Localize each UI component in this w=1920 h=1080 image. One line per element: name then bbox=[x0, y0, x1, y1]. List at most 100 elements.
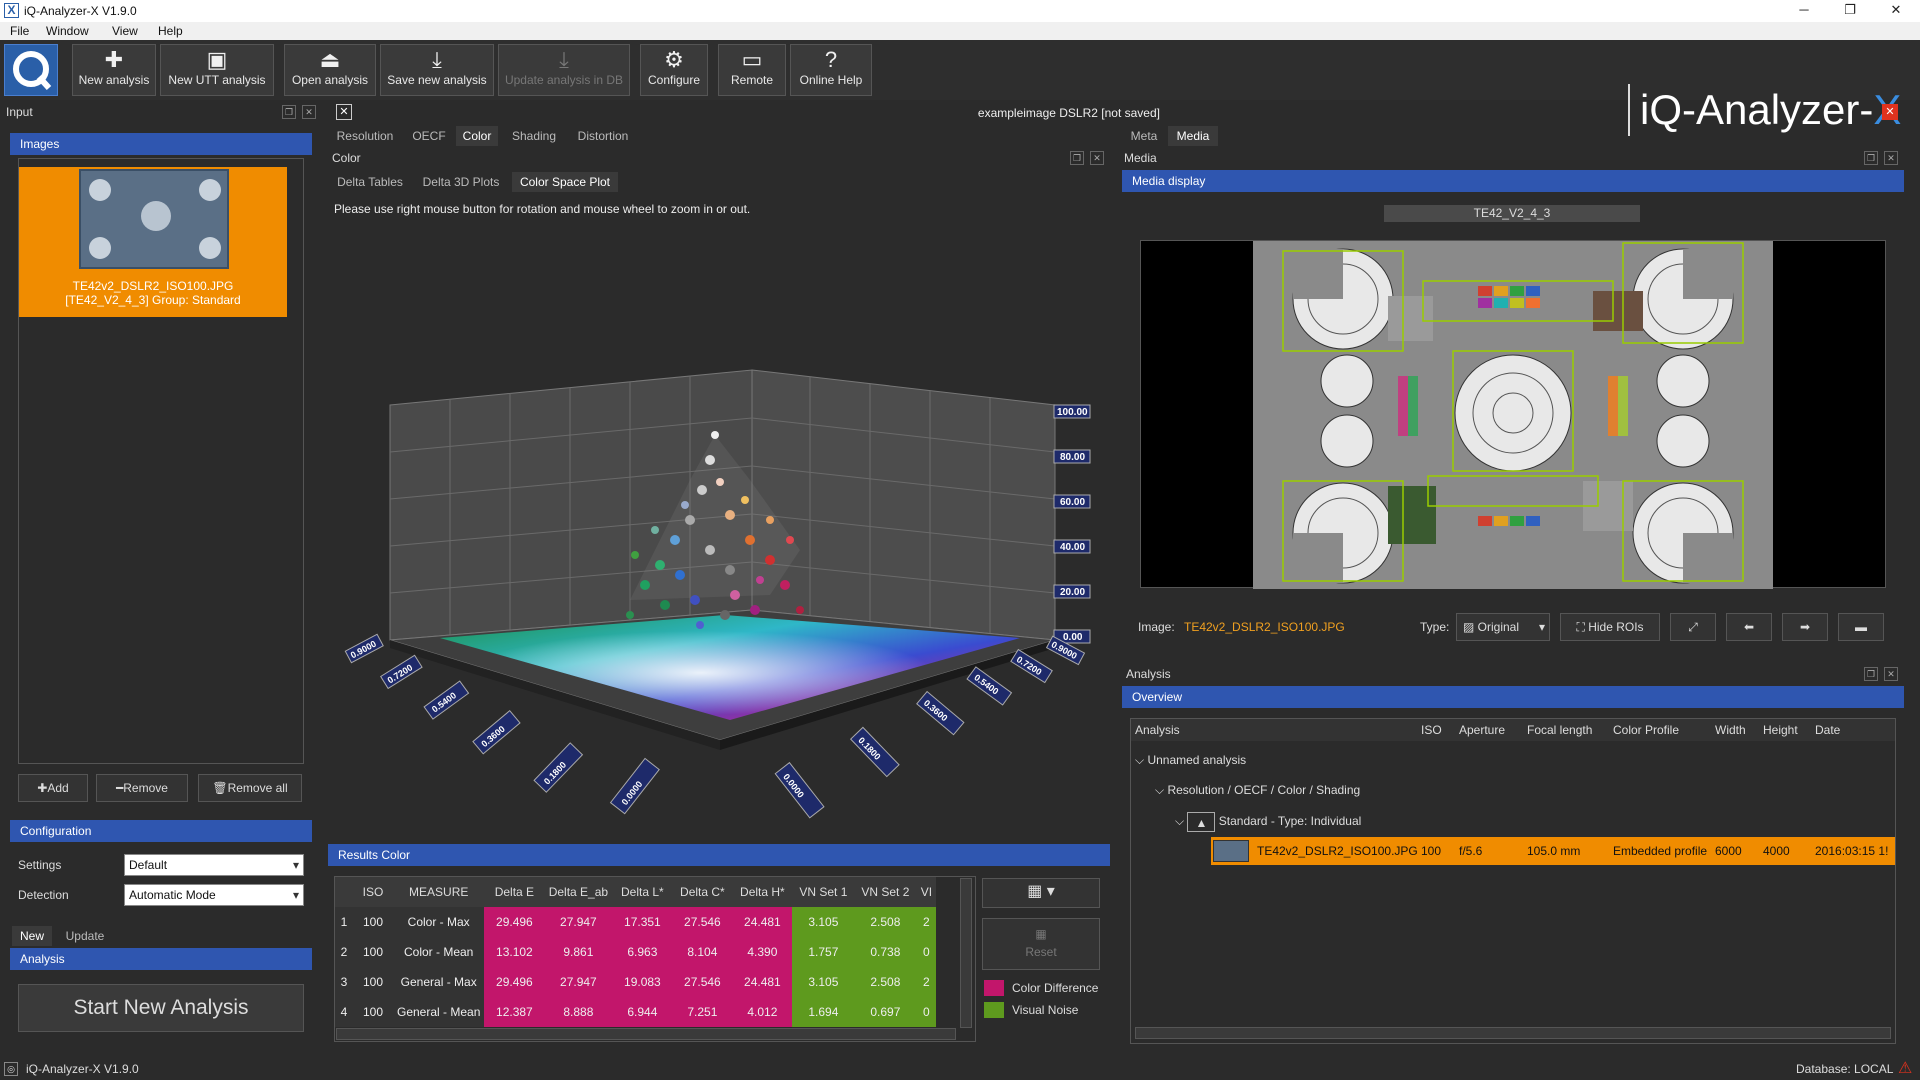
tab-distortion[interactable]: Distortion bbox=[570, 126, 636, 146]
plus-icon: ✚ bbox=[104, 47, 124, 72]
gear-icon: ⚙ bbox=[664, 47, 684, 72]
results-vertical-scrollbar[interactable] bbox=[960, 878, 972, 1028]
settings-label: Settings bbox=[18, 858, 62, 872]
tab-new[interactable]: New bbox=[12, 926, 52, 946]
results-color-header: Results Color bbox=[328, 844, 1110, 866]
tab-meta[interactable]: Meta bbox=[1124, 126, 1164, 146]
tab-color[interactable]: Color bbox=[456, 126, 498, 146]
image-thumbnail-item[interactable]: TE42v2_DSLR2_ISO100.JPG [TE42_V2_4_3] Gr… bbox=[19, 167, 287, 317]
float-icon[interactable]: ❐ bbox=[282, 105, 296, 119]
table-row[interactable]: 3 100 General - Max 29.496 27.947 19.083 27.5… bbox=[335, 967, 937, 997]
home-logo-button[interactable] bbox=[4, 44, 58, 96]
reset-button[interactable]: ▦ Reset bbox=[982, 918, 1100, 970]
start-new-analysis-button[interactable]: Start New Analysis bbox=[18, 984, 304, 1032]
menu-help[interactable]: Help bbox=[158, 24, 183, 38]
tab-update[interactable]: Update bbox=[60, 926, 110, 946]
float-icon[interactable]: ❐ bbox=[1070, 151, 1084, 165]
close-window-button[interactable]: ✕ bbox=[1876, 0, 1916, 22]
update-analysis-button[interactable]: ⤓ Update analysis in DB bbox=[498, 44, 630, 96]
image-label: Image: bbox=[1138, 620, 1175, 634]
image-icon: ▲ bbox=[1187, 811, 1216, 832]
save-new-analysis-button[interactable]: ⤓ Save new analysis bbox=[380, 44, 494, 96]
tab-oecf[interactable]: OECF bbox=[406, 126, 452, 146]
subtab-delta-tables[interactable]: Delta Tables bbox=[332, 172, 408, 192]
expand-icon: ⤢ bbox=[1688, 620, 1698, 634]
legend-visual-noise: Visual Noise bbox=[1012, 1003, 1079, 1017]
new-utt-analysis-button[interactable]: ▣ New UTT analysis bbox=[160, 44, 274, 96]
thumbnail-filename: TE42v2_DSLR2_ISO100.JPG bbox=[72, 279, 234, 293]
new-analysis-button[interactable]: ✚ New analysis bbox=[72, 44, 156, 96]
tab-media[interactable]: Media bbox=[1168, 126, 1218, 146]
y-tick-right: 80.00 bbox=[1060, 452, 1085, 463]
tab-shading[interactable]: Shading bbox=[504, 126, 564, 146]
export-table-button[interactable]: ▦ ▾ bbox=[982, 878, 1100, 908]
subtab-color-space-plot[interactable]: Color Space Plot bbox=[512, 172, 618, 192]
folder-button[interactable]: ▬ bbox=[1838, 613, 1884, 641]
undo-button[interactable]: ⬅ bbox=[1726, 613, 1772, 641]
restore-button[interactable]: ❐ bbox=[1830, 0, 1870, 22]
tree-item-standard[interactable]: ⌵ ▲ Standard - Type: Individual bbox=[1175, 811, 1361, 832]
y-tick-right: 40.00 bbox=[1060, 542, 1085, 553]
device-icon: ▣ bbox=[206, 47, 228, 72]
fit-view-button[interactable]: ⤢ bbox=[1670, 613, 1716, 641]
thumbnail-image bbox=[79, 169, 229, 269]
chevron-down-icon: ⌵ bbox=[1135, 753, 1148, 767]
results-table-container: ISO MEASURE Delta E Delta E_ab Delta L* … bbox=[334, 876, 976, 1042]
test-chart-image bbox=[1253, 241, 1773, 589]
table-row[interactable]: 4 100 General - Mean 12.387 8.888 6.944 7.251… bbox=[335, 997, 937, 1027]
trash-icon: 🗑 bbox=[212, 781, 228, 795]
add-image-button[interactable]: ✚Add bbox=[18, 774, 88, 802]
color-space-plot[interactable]: 100.00 80.00 60.00 40.00 20.00 0.00 100.… bbox=[330, 220, 1110, 820]
settings-select[interactable]: Default bbox=[124, 854, 304, 876]
y-tick-right: 100.00 bbox=[1057, 407, 1088, 418]
configuration-header: Configuration bbox=[10, 820, 312, 842]
chevron-down-icon: ⌵ bbox=[1155, 783, 1168, 797]
menu-view[interactable]: View bbox=[112, 24, 138, 38]
chart-name-label: TE42_V2_4_3 bbox=[1384, 205, 1640, 222]
remove-all-button[interactable]: 🗑Remove all bbox=[198, 774, 302, 802]
menu-window[interactable]: Window bbox=[46, 24, 89, 38]
open-analysis-button[interactable]: ⏏ Open analysis bbox=[284, 44, 376, 96]
float-icon[interactable]: ❐ bbox=[1864, 667, 1878, 681]
close-icon[interactable]: ✕ bbox=[302, 105, 316, 119]
warning-icon: ⚠ bbox=[1898, 1060, 1913, 1077]
remove-image-button[interactable]: ━Remove bbox=[96, 774, 188, 802]
subtab-delta-3d-plots[interactable]: Delta 3D Plots bbox=[414, 172, 508, 192]
redo-button[interactable]: ➡ bbox=[1782, 613, 1828, 641]
input-panel-header: Input ❐ ✕ bbox=[0, 102, 322, 122]
hide-rois-button[interactable]: ⛶ Hide ROIs bbox=[1560, 613, 1660, 641]
plus-icon: ✚ bbox=[37, 781, 48, 795]
remote-button[interactable]: ▭ Remote bbox=[718, 44, 786, 96]
type-select[interactable]: ▨ Original ▾ bbox=[1456, 613, 1550, 641]
table-icon: ▦ ▾ bbox=[1027, 883, 1055, 900]
close-icon[interactable]: ✕ bbox=[1090, 151, 1104, 165]
tree-item-analysis-types[interactable]: ⌵ Resolution / OECF / Color / Shading bbox=[1155, 783, 1360, 798]
title-bar: X iQ-Analyzer-X V1.9.0 ─ ❐ ✕ bbox=[0, 0, 1920, 22]
close-icon[interactable]: ✕ bbox=[1884, 667, 1898, 681]
images-list[interactable]: TE42v2_DSLR2_ISO100.JPG [TE42_V2_4_3] Gr… bbox=[18, 158, 304, 764]
folder-icon: ▬ bbox=[1855, 620, 1867, 634]
detection-select[interactable]: Automatic Mode bbox=[124, 884, 304, 906]
float-icon[interactable]: ❐ bbox=[1864, 151, 1878, 165]
image-icon: ▨ bbox=[1463, 620, 1478, 634]
minimize-button[interactable]: ─ bbox=[1784, 0, 1824, 22]
analysis-table-header: Analysis ISO Aperture Focal length Color… bbox=[1131, 719, 1895, 741]
close-analysis-icon[interactable]: ✕ bbox=[336, 104, 352, 120]
results-horizontal-scrollbar[interactable] bbox=[336, 1028, 956, 1040]
monitor-icon: ▭ bbox=[741, 47, 763, 72]
close-document-icon[interactable]: ✕ bbox=[1882, 104, 1898, 120]
overview-header: Overview bbox=[1122, 686, 1904, 708]
tab-resolution[interactable]: Resolution bbox=[330, 126, 400, 146]
configure-button[interactable]: ⚙ Configure bbox=[640, 44, 708, 96]
online-help-button[interactable]: ? Online Help bbox=[790, 44, 872, 96]
table-row[interactable]: 1 100 Color - Max 29.496 27.947 17.351 27.546… bbox=[335, 907, 937, 937]
table-row[interactable]: 2 100 Color - Mean 13.102 9.861 6.963 8.104 4.… bbox=[335, 937, 937, 967]
analysis-result-row[interactable]: TE42v2_DSLR2_ISO100.JPG 100 f/5.6 105.0 … bbox=[1211, 837, 1895, 865]
media-image-view[interactable] bbox=[1140, 240, 1886, 589]
chevron-down-icon: ⌵ bbox=[1175, 814, 1188, 828]
tree-item-unnamed-analysis[interactable]: ⌵ Unnamed analysis bbox=[1135, 753, 1246, 768]
analysis-horizontal-scrollbar[interactable] bbox=[1135, 1027, 1891, 1039]
help-icon: ? bbox=[824, 47, 838, 72]
close-icon[interactable]: ✕ bbox=[1884, 151, 1898, 165]
menu-file[interactable]: File bbox=[10, 24, 29, 38]
